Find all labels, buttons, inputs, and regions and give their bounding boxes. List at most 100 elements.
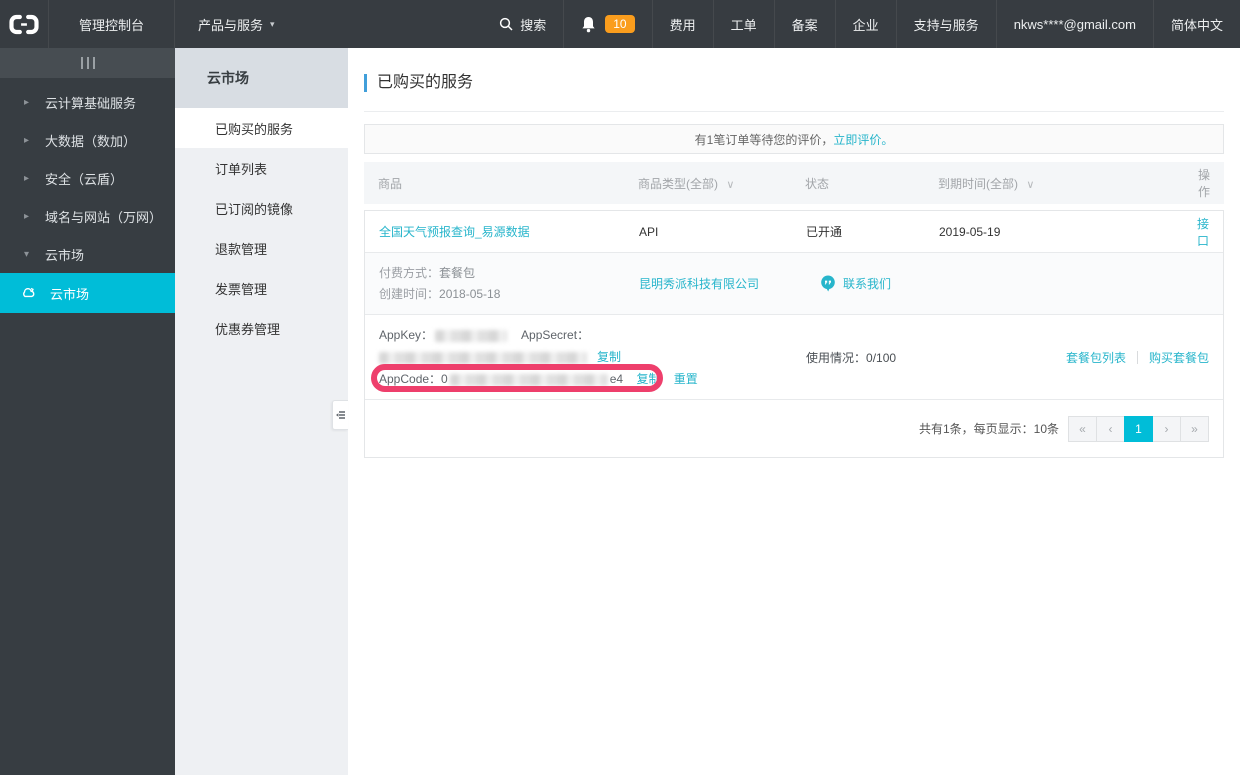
sidebar-group-label: 域名与网站（万网） — [45, 209, 163, 225]
review-notice-bar: 有1笔订单等待您的评价， 立即评价。 — [364, 124, 1224, 154]
table-header: 商品 商品类型(全部) ∨ 状态 到期时间(全部) ∨ 操作 — [364, 162, 1224, 204]
main-layout: ▸ 云计算基础服务 ▸ 大数据（数加） ▸ 安全（云盾） ▸ 域名与网站（万网）… — [0, 48, 1240, 775]
sidebar-group-marketplace[interactable]: ▾ 云市场 — [0, 235, 175, 273]
nav-support[interactable]: 支持与服务 — [895, 0, 996, 48]
sidebar-item-marketplace-active[interactable]: 云市场 — [0, 273, 175, 313]
appcode-prefix: 0 — [441, 372, 448, 386]
console-app: 管理控制台 产品与服务 ▾ 搜索 10 费用 工单 备案 企业 支持与服务 nk… — [0, 0, 1240, 775]
nav-search-label: 搜索 — [520, 17, 547, 33]
marketplace-icon — [20, 286, 36, 300]
pagination-controls: « ‹ 1 › » — [1068, 415, 1209, 442]
pagination-row: 共有1条，每页显示：10条 « ‹ 1 › » — [365, 400, 1223, 457]
sidebar-group-domains[interactable]: ▸ 域名与网站（万网） — [0, 197, 175, 235]
credentials-row: AppKey： AppSecret： 复制 AppCode：0 e4 复制 重置 使… — [365, 315, 1223, 400]
sidebar-group-label: 安全（云盾） — [45, 171, 124, 187]
pagination-summary: 共有1条，每页显示：10条 — [918, 422, 1059, 436]
package-list-link[interactable]: 套餐包列表 — [1066, 349, 1126, 366]
nav-console[interactable]: 管理控制台 — [49, 0, 176, 48]
nav-products-menu[interactable]: 产品与服务 ▾ — [175, 0, 298, 48]
marketplace-submenu: 云市场 已购买的服务 订单列表 已订阅的镜像 退款管理 发票管理 优惠券管理 — [175, 48, 348, 775]
chevron-right-icon: ▸ — [24, 96, 30, 108]
table-row: 全国天气预报查询_易源数据 API 已开通 2019-05-19 接口 — [365, 211, 1223, 253]
alibaba-cloud-logo-icon — [9, 14, 39, 34]
appcode-redacted-value — [449, 373, 608, 386]
last-page-button[interactable]: » — [1180, 415, 1209, 442]
chevron-right-icon: ▸ — [24, 172, 30, 184]
submenu-item-purchased-services[interactable]: 已购买的服务 — [175, 108, 348, 148]
bell-icon — [581, 16, 596, 33]
sidebar-group-list: ▸ 云计算基础服务 ▸ 大数据（数加） ▸ 安全（云盾） ▸ 域名与网站（万网）… — [0, 78, 175, 313]
sidebar-group-bigdata[interactable]: ▸ 大数据（数加） — [0, 121, 175, 159]
appcode-label: AppCode： — [379, 372, 442, 386]
nav-tickets[interactable]: 工单 — [712, 0, 774, 48]
main-content: 已购买的服务 有1笔订单等待您的评价， 立即评价。 商品 商品类型(全部) ∨ … — [348, 48, 1240, 775]
collapse-bars-icon — [80, 57, 83, 69]
copy-appsecret-link[interactable]: 复制 — [597, 350, 621, 364]
submenu-item-subscribed-images[interactable]: 已订阅的镜像 — [175, 188, 348, 228]
sidebar-active-label: 云市场 — [50, 286, 90, 302]
nav-billing[interactable]: 费用 — [651, 0, 713, 48]
copy-appcode-link[interactable]: 复制 — [636, 372, 660, 386]
service-card: 全国天气预报查询_易源数据 API 已开通 2019-05-19 接口 付费方式… — [364, 210, 1224, 458]
nav-search[interactable]: 搜索 — [482, 0, 563, 48]
api-endpoint-link[interactable]: 接口 — [1197, 217, 1209, 248]
nav-enterprise[interactable]: 企业 — [834, 0, 896, 48]
appkey-redacted-value — [435, 329, 508, 342]
col-expire-filter[interactable]: 到期时间(全部) ∨ — [938, 175, 1188, 192]
search-icon — [499, 17, 513, 31]
usage-label: 使用情况： — [806, 350, 867, 365]
sidebar-group-cloud-computing[interactable]: ▸ 云计算基础服务 — [0, 83, 175, 121]
top-navbar: 管理控制台 产品与服务 ▾ 搜索 10 费用 工单 备案 企业 支持与服务 nk… — [0, 0, 1240, 48]
nav-icp[interactable]: 备案 — [773, 0, 835, 48]
col-status: 状态 — [805, 176, 830, 191]
product-type: API — [639, 224, 659, 239]
buy-package-link[interactable]: 购买套餐包 — [1149, 349, 1209, 366]
submenu-item-refund-management[interactable]: 退款管理 — [175, 228, 348, 268]
collapse-bars-icon — [92, 57, 95, 69]
contact-us-link[interactable]: 联系我们 — [843, 275, 891, 292]
appkey-label: AppKey： — [379, 328, 434, 342]
vendor-link[interactable]: 昆明秀派科技有限公司 — [639, 277, 759, 291]
col-action: 操作 — [1197, 168, 1210, 199]
first-page-button[interactable]: « — [1068, 415, 1097, 442]
pay-method-label: 付费方式： — [379, 265, 440, 280]
collapse-bars-icon — [86, 57, 89, 69]
nav-account[interactable]: nkws****@gmail.com — [995, 0, 1153, 48]
sidebar-group-label: 大数据（数加） — [45, 133, 137, 149]
notification-badge: 10 — [605, 15, 635, 33]
title-divider — [364, 111, 1224, 112]
nav-language[interactable]: 简体中文 — [1152, 0, 1240, 48]
submenu-item-invoice-management[interactable]: 发票管理 — [175, 268, 348, 308]
page-title: 已购买的服务 — [364, 74, 1224, 92]
submenu-item-order-list[interactable]: 订单列表 — [175, 148, 348, 188]
chevron-down-icon: ▾ — [24, 248, 30, 260]
nav-notifications[interactable]: 10 — [563, 0, 651, 48]
chevron-right-icon: ▸ — [24, 210, 30, 222]
product-name-link[interactable]: 全国天气预报查询_易源数据 — [379, 223, 639, 240]
col-type-filter[interactable]: 商品类型(全部) ∨ — [638, 175, 805, 192]
sidebar-collapse-button[interactable] — [0, 48, 175, 78]
status-badge: 已开通 — [806, 225, 843, 239]
page-1-button[interactable]: 1 — [1124, 415, 1153, 442]
alibaba-cloud-logo[interactable] — [0, 0, 49, 48]
reset-appcode-link[interactable]: 重置 — [674, 372, 698, 386]
chat-bubble-icon — [820, 275, 836, 292]
created-time-label: 创建时间： — [379, 286, 440, 301]
notice-text: 有1笔订单等待您的评价， — [694, 132, 834, 147]
nav-products-label: 产品与服务 — [198, 17, 264, 33]
filter-caret-icon: ∨ — [1026, 178, 1035, 191]
sidebar-group-label: 云市场 — [45, 247, 85, 263]
submenu-item-coupon-management[interactable]: 优惠券管理 — [175, 308, 348, 348]
appsecret-label: AppSecret： — [521, 328, 590, 342]
submenu-collapse-handle[interactable] — [332, 400, 348, 430]
usage-value: 0/100 — [866, 350, 897, 365]
submenu-title: 云市场 — [175, 48, 348, 108]
appcode-suffix: e4 — [609, 372, 624, 386]
sidebar-group-security[interactable]: ▸ 安全（云盾） — [0, 159, 175, 197]
review-now-link[interactable]: 立即评价。 — [833, 131, 893, 148]
next-page-button[interactable]: › — [1152, 415, 1181, 442]
created-time-value: 2018-05-18 — [439, 286, 501, 301]
prev-page-button[interactable]: ‹ — [1096, 415, 1125, 442]
col-product: 商品 — [378, 176, 403, 191]
